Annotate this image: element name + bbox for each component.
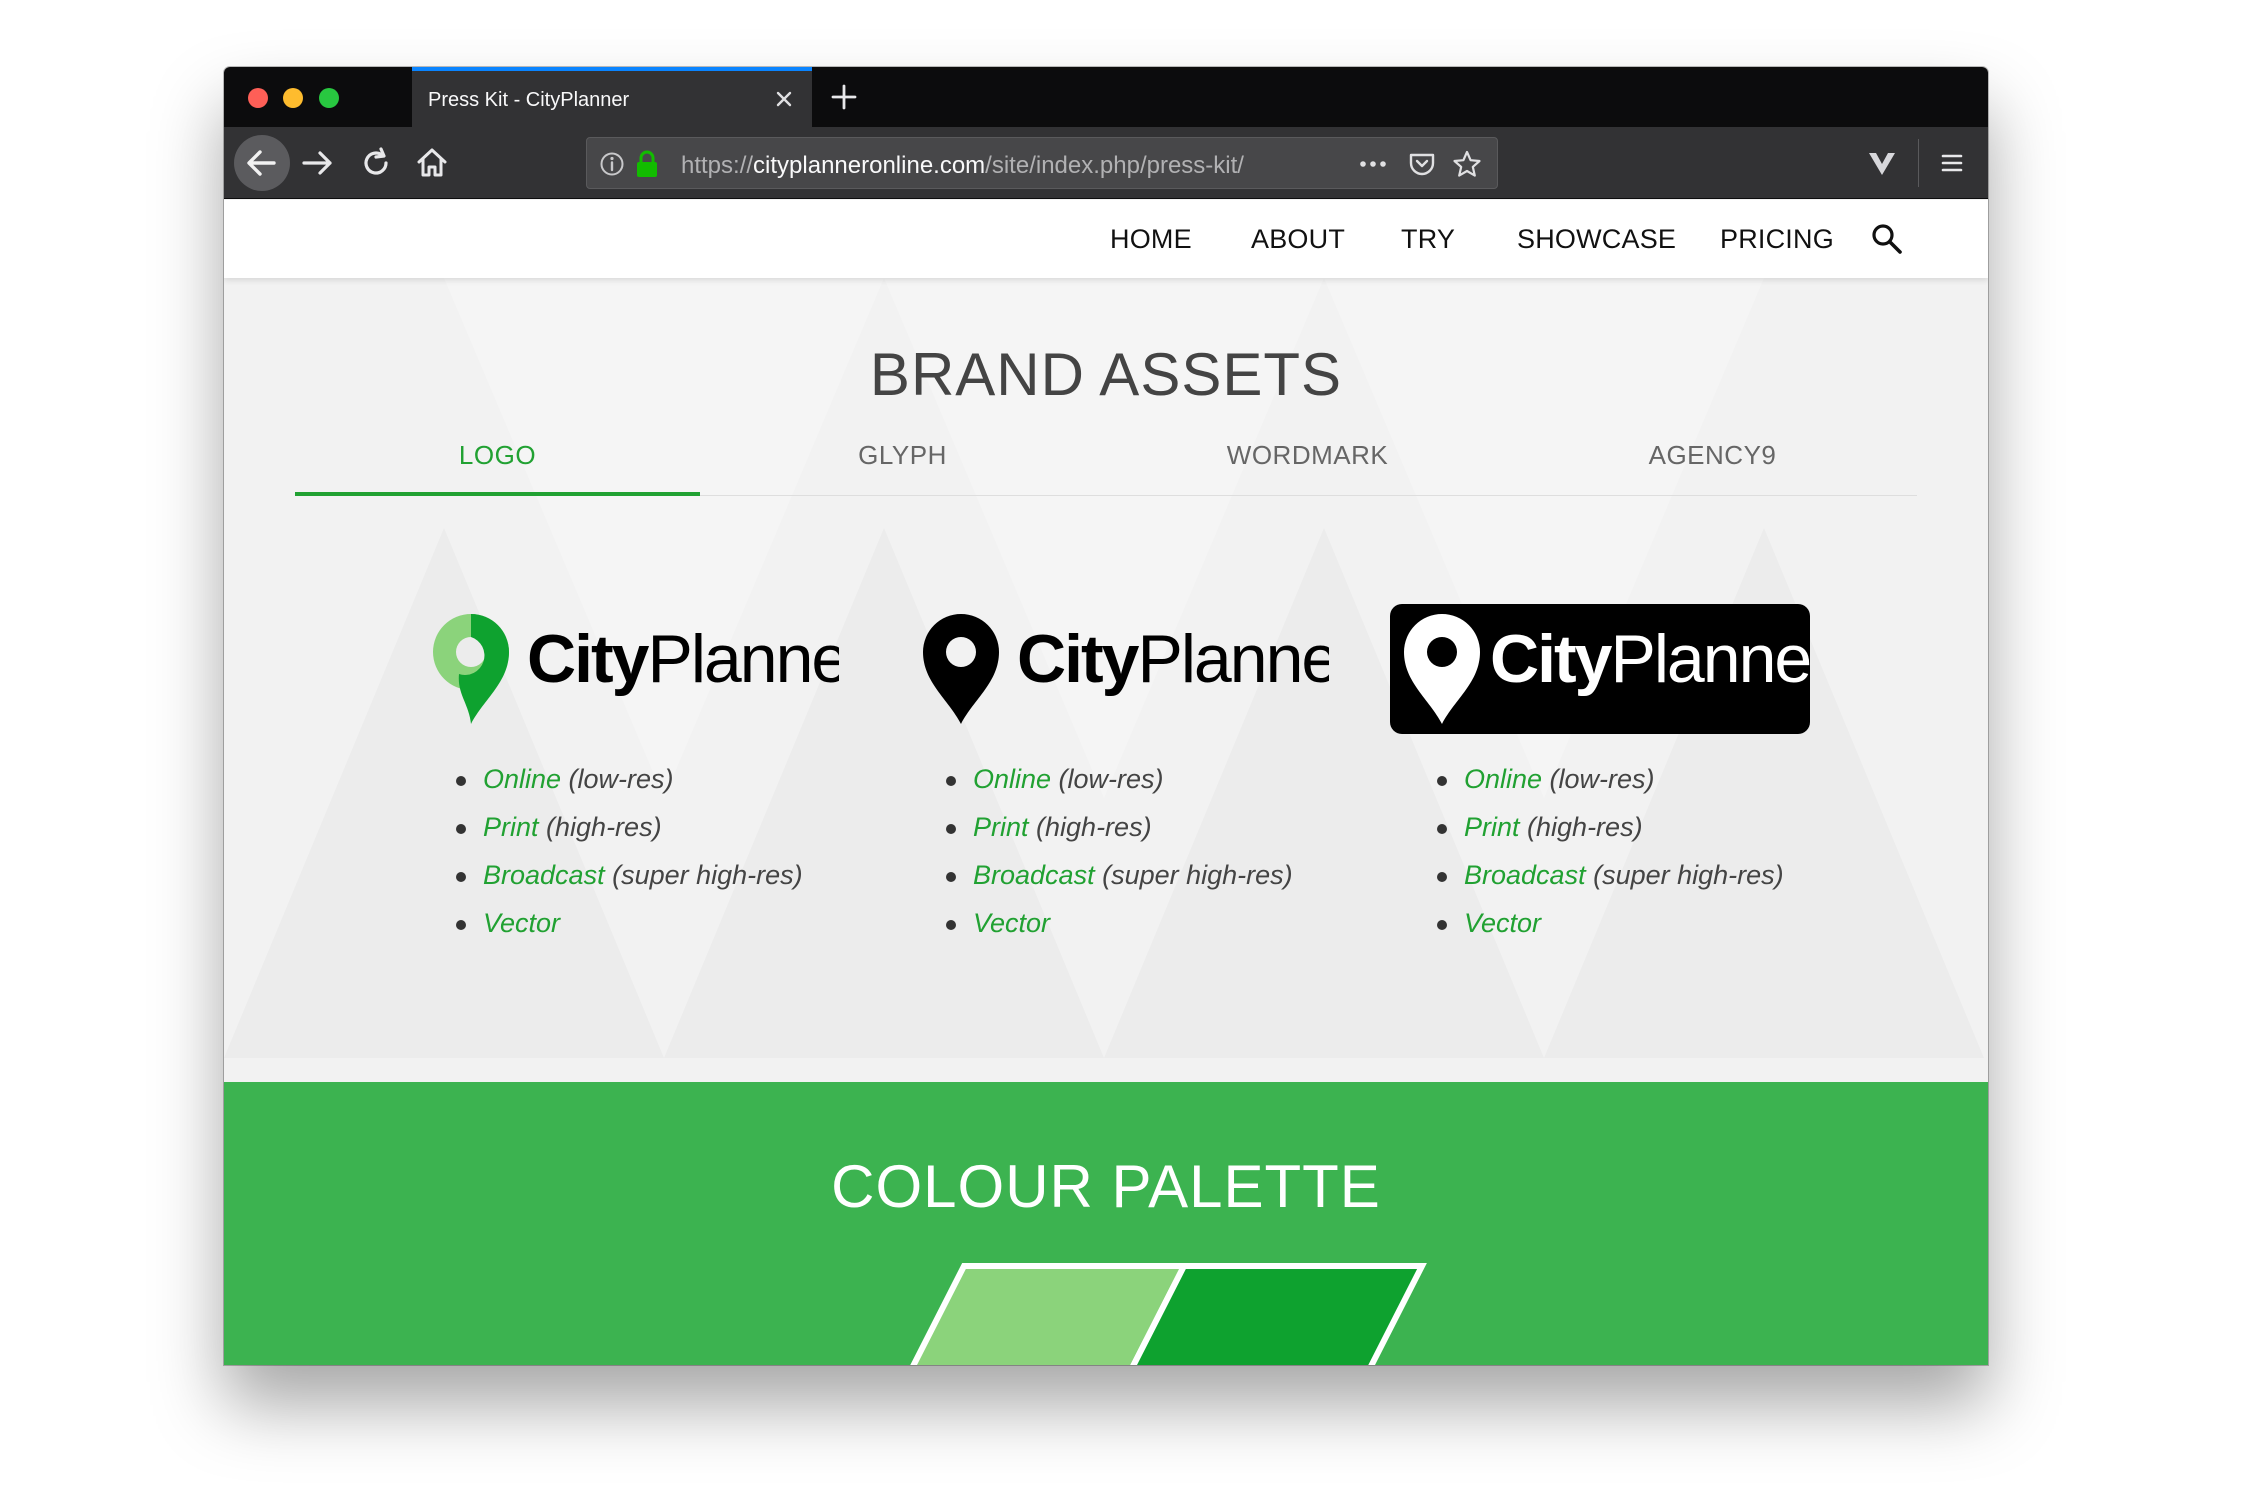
resolution-note: (low-res)	[561, 764, 674, 794]
resolution-note: (super high-res)	[604, 860, 803, 890]
list-item: Print (high-res)	[1437, 812, 1784, 860]
svg-text:CityPlanner: CityPlanner	[1490, 621, 1810, 697]
address-bar[interactable]: https://cityplanneronline.com/site/index…	[586, 137, 1498, 189]
tab-agency9[interactable]: AGENCY9	[1510, 400, 1915, 496]
resolution-note: (super high-res)	[1094, 860, 1293, 890]
list-item: Vector	[456, 908, 803, 956]
download-vector-link[interactable]: Vector	[1464, 908, 1541, 938]
nav-about[interactable]: ABOUT	[1251, 224, 1345, 255]
star-icon[interactable]	[1451, 148, 1483, 180]
list-item: Vector	[946, 908, 1293, 956]
tab-press-kit[interactable]: Press Kit - CityPlanner	[412, 67, 812, 127]
logo-text-light: Planner	[647, 621, 839, 697]
search-icon[interactable]	[1870, 222, 1904, 256]
list-item: Vector	[1437, 908, 1784, 956]
download-vector-link[interactable]: Vector	[973, 908, 1050, 938]
resolution-note: (high-res)	[1028, 812, 1152, 842]
list-item: Broadcast (super high-res)	[1437, 860, 1784, 908]
toolbar-separator	[1918, 139, 1919, 187]
brand-assets-title: BRAND ASSETS	[869, 341, 1343, 408]
tab-wordmark[interactable]: WORDMARK	[1105, 400, 1510, 496]
logo-inverted: CityPlanner	[1390, 604, 1834, 734]
download-print-link[interactable]: Print	[1464, 812, 1520, 842]
lock-icon[interactable]	[635, 150, 659, 178]
logo-text-light: Planner	[1610, 621, 1810, 697]
url-scheme: https://	[681, 152, 754, 179]
back-button[interactable]	[234, 135, 290, 191]
more-icon[interactable]	[1355, 150, 1391, 178]
list-item: Broadcast (super high-res)	[946, 860, 1293, 908]
extension-v-icon[interactable]	[1864, 145, 1900, 181]
reload-icon[interactable]	[354, 141, 398, 185]
nav-showcase[interactable]: SHOWCASE	[1517, 224, 1676, 255]
minimize-window-button[interactable]	[283, 88, 303, 108]
forward-arrow-icon[interactable]	[296, 141, 340, 185]
logo-text-light: Planner	[1137, 621, 1329, 697]
logo-text-bold: City	[1017, 621, 1140, 697]
close-window-button[interactable]	[248, 88, 268, 108]
colour-palette-section: COLOUR PALETTE	[224, 1082, 1988, 1365]
map-pin-icon	[433, 614, 509, 724]
list-item: Online (low-res)	[946, 764, 1293, 812]
download-print-link[interactable]: Print	[483, 812, 539, 842]
list-item: Print (high-res)	[456, 812, 803, 860]
nav-try[interactable]: TRY	[1401, 224, 1455, 255]
url-path: /site/index.php/press-kit/	[985, 152, 1244, 179]
back-arrow-icon	[247, 150, 276, 176]
logo-text-bold: City	[1490, 621, 1613, 697]
close-icon[interactable]	[770, 85, 798, 113]
download-online-link[interactable]: Online	[483, 764, 561, 794]
resolution-note: (high-res)	[1519, 812, 1643, 842]
download-online-link[interactable]: Online	[1464, 764, 1542, 794]
tab-bar: Press Kit - CityPlanner	[224, 67, 1988, 127]
logo-color: CityPlanner	[419, 604, 871, 734]
download-broadcast-link[interactable]: Broadcast	[483, 860, 605, 890]
tab-glyph[interactable]: GLYPH	[700, 400, 1105, 496]
url-host: cityplanneronline.com	[753, 152, 986, 179]
download-vector-link[interactable]: Vector	[483, 908, 560, 938]
plus-icon[interactable]	[824, 77, 864, 117]
download-print-link[interactable]: Print	[973, 812, 1029, 842]
colour-palette-title: COLOUR PALETTE	[831, 1153, 1381, 1220]
home-icon[interactable]	[410, 141, 454, 185]
colour-swatches	[910, 1263, 1427, 1365]
web-page: HOME ABOUT TRY SHOWCASE PRICING BRAND AS…	[224, 200, 1988, 1365]
info-icon[interactable]	[599, 151, 625, 177]
list-item: Online (low-res)	[456, 764, 803, 812]
resolution-note: (high-res)	[538, 812, 662, 842]
logo-black: CityPlanner	[909, 604, 1361, 734]
download-online-link[interactable]: Online	[973, 764, 1051, 794]
pocket-icon[interactable]	[1407, 149, 1437, 179]
tab-title: Press Kit - CityPlanner	[428, 89, 630, 111]
svg-text:CityPlanner: CityPlanner	[1017, 621, 1329, 697]
navigation-toolbar: https://cityplanneronline.com/site/index…	[224, 127, 1988, 199]
download-list-inverted: Online (low-res) Print (high-res) Broadc…	[1437, 764, 1784, 956]
download-list-color: Online (low-res) Print (high-res) Broadc…	[456, 764, 803, 956]
resolution-note: (low-res)	[1051, 764, 1164, 794]
map-pin-icon	[923, 614, 999, 724]
asset-tabs: LOGO GLYPH WORDMARK AGENCY9	[295, 400, 1917, 496]
resolution-note: (low-res)	[1542, 764, 1655, 794]
hamburger-menu-icon[interactable]	[1936, 147, 1968, 179]
browser-window: Press Kit - CityPlanner https://cityplan…	[224, 67, 1988, 1365]
nav-pricing[interactable]: PRICING	[1720, 224, 1834, 255]
resolution-note: (super high-res)	[1585, 860, 1784, 890]
url-text[interactable]: https://cityplanneronline.com/site/index…	[681, 152, 1244, 180]
site-navigation: HOME ABOUT TRY SHOWCASE PRICING	[224, 200, 1988, 278]
download-broadcast-link[interactable]: Broadcast	[1464, 860, 1586, 890]
map-pin-icon	[1404, 614, 1480, 724]
download-list-black: Online (low-res) Print (high-res) Broadc…	[946, 764, 1293, 956]
list-item: Print (high-res)	[946, 812, 1293, 860]
list-item: Online (low-res)	[1437, 764, 1784, 812]
download-broadcast-link[interactable]: Broadcast	[973, 860, 1095, 890]
zoom-window-button[interactable]	[319, 88, 339, 108]
nav-home[interactable]: HOME	[1110, 224, 1192, 255]
svg-text:CityPlanner: CityPlanner	[527, 621, 839, 697]
tab-logo[interactable]: LOGO	[295, 400, 700, 496]
logo-text-bold: City	[527, 621, 650, 697]
list-item: Broadcast (super high-res)	[456, 860, 803, 908]
